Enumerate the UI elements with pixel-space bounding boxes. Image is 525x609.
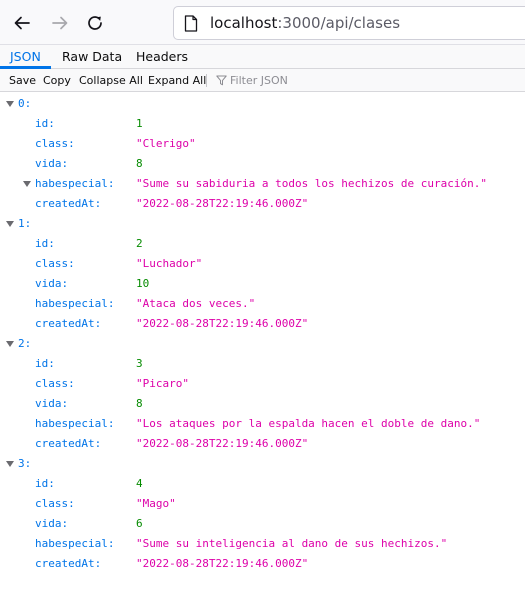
value-string: "2022-08-28T22:19:46.000Z" xyxy=(136,437,309,450)
value-string: "2022-08-28T22:19:46.000Z" xyxy=(136,317,309,330)
filter-json-input[interactable]: Filter JSON xyxy=(230,69,288,92)
item-index: 2: xyxy=(18,337,32,350)
tree-row[interactable]: class: "Picaro" xyxy=(0,374,525,394)
browser-toolbar: localhost:3000/api/clases xyxy=(0,0,525,45)
value-number: 6 xyxy=(136,517,143,530)
key-label: habespecial: xyxy=(35,177,115,190)
item-index: 3: xyxy=(18,457,32,470)
reload-icon xyxy=(88,16,102,30)
key-label: vida: xyxy=(35,157,69,170)
tree-row[interactable]: createdAt: "2022-08-28T22:19:46.000Z" xyxy=(0,194,525,214)
collapse-all-button[interactable]: Collapse All xyxy=(79,69,143,92)
key-label: class: xyxy=(35,137,75,150)
value-string: "Clerigo" xyxy=(136,137,196,150)
arrow-right-icon xyxy=(52,16,68,30)
toolbar-divider xyxy=(206,74,207,87)
tree-row[interactable]: createdAt: "2022-08-28T22:19:46.000Z" xyxy=(0,554,525,574)
tree-row[interactable]: id: 2 xyxy=(0,234,525,254)
key-label: habespecial: xyxy=(35,417,115,430)
key-label: createdAt: xyxy=(35,197,102,210)
expand-toggle-icon[interactable] xyxy=(6,221,14,227)
tree-row[interactable]: id: 4 xyxy=(0,474,525,494)
key-label: createdAt: xyxy=(35,437,102,450)
value-string: "Mago" xyxy=(136,497,176,510)
filter-icon xyxy=(216,75,227,86)
key-label: class: xyxy=(35,497,75,510)
tree-row[interactable]: class: "Clerigo" xyxy=(0,134,525,154)
address-bar[interactable]: localhost:3000/api/clases xyxy=(173,6,525,40)
reload-button[interactable] xyxy=(81,9,109,37)
value-number: 3 xyxy=(136,357,143,370)
key-label: class: xyxy=(35,257,75,270)
value-number: 1 xyxy=(136,117,143,130)
key-label: id: xyxy=(35,237,55,250)
expand-toggle-icon[interactable] xyxy=(23,181,31,187)
key-label: createdAt: xyxy=(35,317,102,330)
key-label: class: xyxy=(35,377,75,390)
back-button[interactable] xyxy=(8,9,36,37)
key-label: vida: xyxy=(35,517,69,530)
key-label: habespecial: xyxy=(35,537,115,550)
value-string: "Sume su sabiduria a todos los hechizos … xyxy=(136,177,487,190)
tree-row[interactable]: createdAt: "2022-08-28T22:19:46.000Z" xyxy=(0,434,525,454)
key-label: id: xyxy=(35,357,55,370)
tab-raw-data[interactable]: Raw Data xyxy=(62,45,122,69)
expand-all-button[interactable]: Expand All xyxy=(148,69,206,92)
tree-row[interactable]: vida: 8 xyxy=(0,154,525,174)
tree-row[interactable]: habespecial: "Sume su inteligencia al da… xyxy=(0,534,525,554)
url-path: :3000/api/clases xyxy=(277,14,401,32)
key-label: vida: xyxy=(35,397,69,410)
item-index: 0: xyxy=(18,97,32,110)
value-number: 8 xyxy=(136,157,143,170)
value-string: "2022-08-28T22:19:46.000Z" xyxy=(136,557,309,570)
tree-row[interactable]: class: "Mago" xyxy=(0,494,525,514)
copy-button[interactable]: Copy xyxy=(43,69,71,92)
page-icon xyxy=(184,15,198,32)
key-label: createdAt: xyxy=(35,557,102,570)
save-button[interactable]: Save xyxy=(9,69,36,92)
forward-button[interactable] xyxy=(46,9,74,37)
value-string: "Picaro" xyxy=(136,377,189,390)
expand-toggle-icon[interactable] xyxy=(6,341,14,347)
tree-row[interactable]: 3: xyxy=(0,454,525,474)
key-label: id: xyxy=(35,117,55,130)
tree-row[interactable]: vida: 6 xyxy=(0,514,525,534)
arrow-left-icon xyxy=(14,16,30,30)
value-number: 8 xyxy=(136,397,143,410)
expand-toggle-icon[interactable] xyxy=(6,461,14,467)
value-string: "Sume su inteligencia al dano de sus hec… xyxy=(136,537,448,550)
tree-row[interactable]: habespecial: "Ataca dos veces." xyxy=(0,294,525,314)
key-label: habespecial: xyxy=(35,297,115,310)
url-host: localhost xyxy=(210,14,278,32)
key-label: id: xyxy=(35,477,55,490)
tree-row[interactable]: class: "Luchador" xyxy=(0,254,525,274)
tree-row[interactable]: habespecial: "Los ataques por la espalda… xyxy=(0,414,525,434)
tree-row[interactable]: habespecial: "Sume su sabiduria a todos … xyxy=(0,174,525,194)
value-string: "Ataca dos veces." xyxy=(136,297,256,310)
viewer-tabs: JSON Raw Data Headers xyxy=(0,45,525,69)
item-index: 1: xyxy=(18,217,32,230)
tree-row[interactable]: 0: xyxy=(0,94,525,114)
url-text: localhost:3000/api/clases xyxy=(210,14,400,32)
tree-row[interactable]: createdAt: "2022-08-28T22:19:46.000Z" xyxy=(0,314,525,334)
value-number: 10 xyxy=(136,277,150,290)
tree-row[interactable]: vida: 10 xyxy=(0,274,525,294)
value-number: 2 xyxy=(136,237,143,250)
tree-row[interactable]: vida: 8 xyxy=(0,394,525,414)
tree-row[interactable]: 2: xyxy=(0,334,525,354)
tree-row[interactable]: 1: xyxy=(0,214,525,234)
tree-row[interactable]: id: 1 xyxy=(0,114,525,134)
value-string: "Los ataques por la espalda hacen el dob… xyxy=(136,417,481,430)
value-string: "Luchador" xyxy=(136,257,203,270)
json-toolbar: Save Copy Collapse All Expand All Filter… xyxy=(0,69,525,92)
expand-toggle-icon[interactable] xyxy=(6,101,14,107)
value-number: 4 xyxy=(136,477,143,490)
tab-headers[interactable]: Headers xyxy=(136,45,188,69)
value-string: "2022-08-28T22:19:46.000Z" xyxy=(136,197,309,210)
tree-row[interactable]: id: 3 xyxy=(0,354,525,374)
key-label: vida: xyxy=(35,277,69,290)
